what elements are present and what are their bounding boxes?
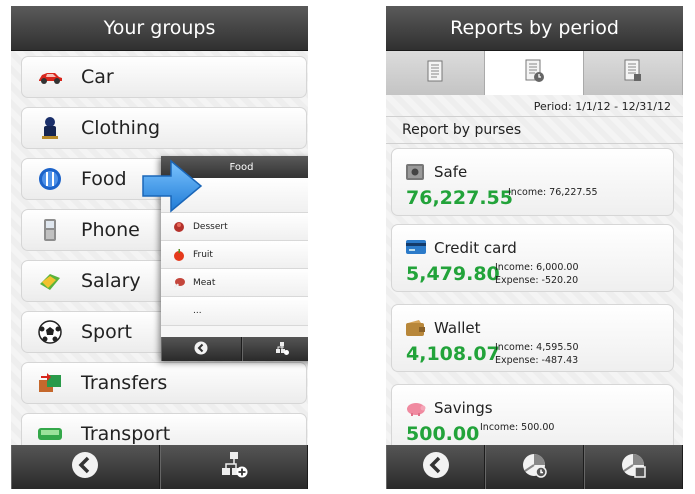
- tab-report-grid[interactable]: [584, 51, 683, 95]
- food-icon: [37, 166, 63, 192]
- groups-toolbar: [11, 445, 308, 489]
- credit-card-icon: [405, 239, 427, 257]
- purse-name: Wallet: [434, 319, 481, 337]
- group-item-clothing[interactable]: Clothing: [21, 107, 307, 149]
- back-button[interactable]: [11, 445, 160, 489]
- purse-income: Income: 76,227.55: [508, 187, 598, 198]
- soccer-ball-icon: [37, 319, 63, 345]
- meat-icon: [173, 277, 185, 289]
- reports-toolbar: [386, 445, 683, 489]
- chart-add-icon: [620, 451, 648, 483]
- phone-icon: [37, 217, 63, 243]
- purse-balance: 76,227.55: [406, 187, 513, 209]
- safe-icon: [405, 163, 427, 181]
- purse-card-savings[interactable]: Savings 500.00 Income: 500.00: [391, 384, 674, 452]
- transport-icon: [37, 421, 63, 447]
- fruit-icon: [173, 248, 185, 261]
- purse-card-safe[interactable]: Safe 76,227.55 Income: 76,227.55: [391, 148, 674, 216]
- section-heading: Report by purses: [402, 122, 522, 138]
- purse-balance: 5,479.80: [406, 263, 500, 285]
- back-button[interactable]: [386, 445, 485, 489]
- add-group-button[interactable]: [159, 445, 308, 489]
- subgroup-label: Meat: [193, 277, 216, 288]
- group-label: Car: [81, 66, 114, 88]
- subgroup-item-meat[interactable]: Meat: [161, 269, 308, 297]
- purse-expense: Expense: -487.43: [495, 355, 579, 366]
- popup-back-button[interactable]: [161, 337, 242, 361]
- wallet-icon: [405, 319, 427, 337]
- purse-card-wallet[interactable]: Wallet 4,108.07 Income: 4,595.50 Expense…: [391, 304, 674, 372]
- purse-income: Income: 4,595.50: [495, 342, 579, 353]
- back-icon: [422, 451, 450, 483]
- purse-balance: 500.00: [406, 423, 480, 445]
- group-label: Transport: [81, 423, 171, 445]
- subgroup-label: ...: [193, 306, 202, 316]
- clothing-icon: [37, 115, 63, 141]
- groups-screen: Your groups Car Clothing Food Phone Sala…: [11, 6, 308, 489]
- purse-card-credit-card[interactable]: Credit card 5,479.80 Income: 6,000.00 Ex…: [391, 224, 674, 292]
- arrow-icon: [141, 158, 203, 218]
- reports-screen: Reports by period Period: 1/1/12 - 12/31…: [386, 6, 683, 489]
- group-label: Salary: [81, 270, 141, 292]
- group-label: Food: [81, 168, 127, 190]
- purse-expense: Expense: -520.20: [495, 275, 579, 286]
- add-group-icon: [220, 451, 248, 483]
- subgroup-label: Dessert: [193, 221, 228, 232]
- subgroup-item-fruit[interactable]: Fruit: [161, 241, 308, 269]
- chart-icon: [521, 451, 549, 483]
- tab-report-period[interactable]: [485, 51, 584, 95]
- chart-add-button[interactable]: [584, 445, 683, 489]
- purse-balance: 4,108.07: [406, 343, 500, 365]
- tab-report-list[interactable]: [386, 51, 485, 95]
- dessert-icon: [173, 221, 185, 233]
- transfers-icon: [37, 370, 63, 396]
- subgroup-item-more[interactable]: ...: [161, 297, 308, 326]
- piggy-bank-icon: [405, 399, 427, 417]
- salary-icon: [37, 268, 63, 294]
- group-label: Sport: [81, 321, 133, 343]
- car-icon: [37, 64, 63, 90]
- report-list-icon: [427, 60, 443, 86]
- report-tabs: [386, 51, 683, 95]
- group-label: Clothing: [81, 117, 161, 139]
- purse-name: Credit card: [434, 239, 517, 257]
- report-period-icon: [524, 59, 544, 87]
- purse-name: Savings: [434, 399, 493, 417]
- subgroup-label: Fruit: [193, 249, 213, 260]
- chart-button[interactable]: [485, 445, 584, 489]
- purse-name: Safe: [434, 163, 468, 181]
- back-icon: [71, 451, 99, 483]
- report-grid-icon: [624, 59, 642, 87]
- groups-title: Your groups: [11, 6, 308, 51]
- period-label: Period: 1/1/12 - 12/31/12: [533, 100, 671, 113]
- group-label: Transfers: [81, 372, 168, 394]
- purse-income: Income: 500.00: [480, 422, 555, 433]
- group-label: Phone: [81, 219, 140, 241]
- reports-title: Reports by period: [386, 6, 683, 51]
- back-icon: [194, 340, 208, 359]
- purse-income: Income: 6,000.00: [495, 262, 579, 273]
- group-item-transfers[interactable]: Transfers: [21, 362, 307, 404]
- add-group-icon: [275, 340, 289, 359]
- popup-toolbar: [161, 337, 308, 361]
- popup-add-button[interactable]: [241, 337, 308, 361]
- group-item-car[interactable]: Car: [21, 56, 307, 98]
